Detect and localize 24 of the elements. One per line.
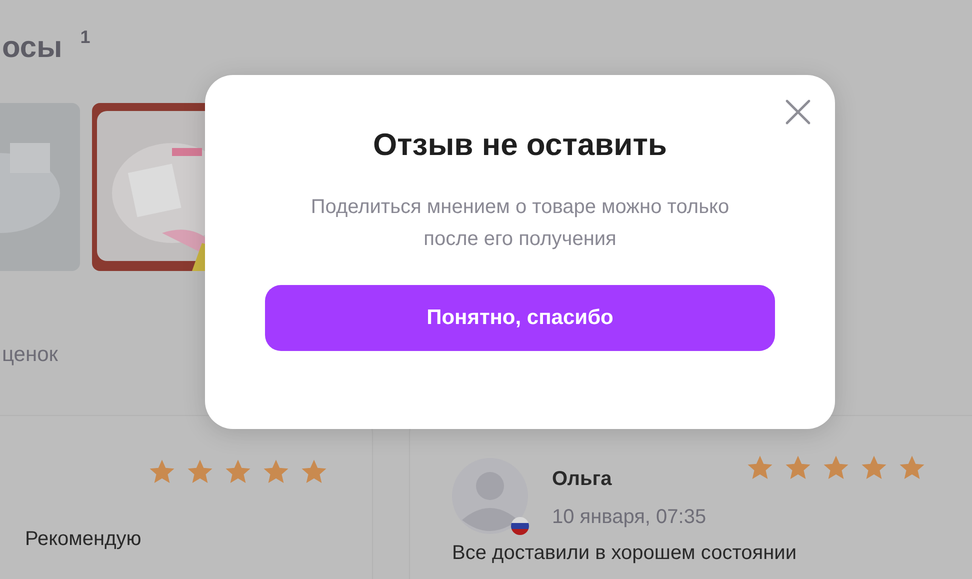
confirm-button[interactable]: Понятно, спасибо — [265, 285, 775, 351]
flag-icon — [511, 516, 529, 534]
avatar-icon — [452, 458, 528, 534]
dialog-message: Поделиться мнением о товаре можно только после его получения — [310, 195, 730, 252]
star-icon — [300, 458, 328, 486]
close-button[interactable] — [783, 97, 813, 127]
star-icon — [784, 454, 812, 482]
close-icon — [785, 99, 811, 125]
star-icon — [186, 458, 214, 486]
review-text: Рекомендую — [25, 526, 142, 552]
review-date: 10 января, 07:35 — [552, 504, 706, 530]
author-name: Ольга — [552, 466, 613, 492]
star-icon — [148, 458, 176, 486]
dialog-title: Отзыв не оставить — [373, 126, 667, 164]
star-icon — [262, 458, 290, 486]
star-icon — [898, 454, 926, 482]
review-text: Все доставили в хорошем состоянии — [452, 540, 798, 566]
star-icon — [746, 454, 774, 482]
star-icon — [822, 454, 850, 482]
section-title: осы — [2, 30, 62, 66]
star-icon — [224, 458, 252, 486]
star-icon — [860, 454, 888, 482]
count-superscript: 1 — [80, 28, 90, 46]
ratings-label: ценок — [2, 342, 59, 368]
